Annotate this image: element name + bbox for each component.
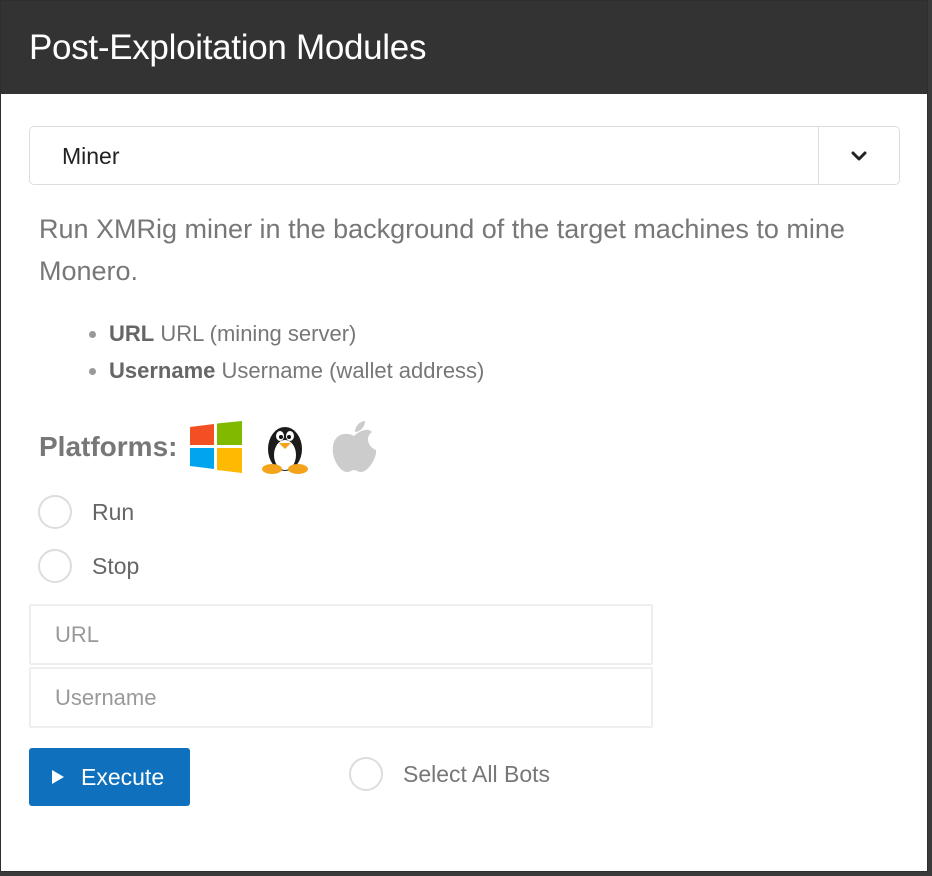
module-select[interactable]: Miner bbox=[29, 126, 900, 185]
option-desc: URL (mining server) bbox=[160, 321, 357, 346]
select-all-bots[interactable]: Select All Bots bbox=[349, 757, 550, 791]
radio-run-circle[interactable] bbox=[38, 495, 72, 529]
windows-icon bbox=[190, 421, 243, 473]
username-input[interactable] bbox=[29, 667, 653, 728]
modules-panel: Post-Exploitation Modules Miner Run XMRi… bbox=[0, 0, 928, 872]
select-all-circle[interactable] bbox=[349, 757, 383, 791]
module-description: Run XMRig miner in the background of the… bbox=[39, 214, 845, 286]
module-options-list: URL URL (mining server) Username Usernam… bbox=[39, 315, 484, 389]
url-input[interactable] bbox=[29, 604, 653, 665]
module-select-value: Miner bbox=[62, 143, 120, 169]
platforms-row: Platforms: bbox=[39, 419, 395, 475]
chevron-down-icon bbox=[851, 151, 867, 160]
radio-run[interactable]: Run bbox=[38, 495, 134, 529]
option-name: URL bbox=[109, 321, 155, 346]
radio-run-label: Run bbox=[92, 498, 135, 525]
radio-stop-label: Stop bbox=[92, 552, 140, 579]
linux-icon bbox=[262, 427, 309, 474]
execute-button-label: Execute bbox=[81, 763, 165, 790]
panel-header: Post-Exploitation Modules bbox=[1, 1, 927, 94]
select-all-label: Select All Bots bbox=[403, 760, 551, 787]
execute-button[interactable]: Execute bbox=[29, 748, 190, 806]
radio-stop-circle[interactable] bbox=[38, 549, 72, 583]
list-item: Username Username (wallet address) bbox=[109, 352, 484, 389]
list-item: URL URL (mining server) bbox=[109, 315, 484, 352]
module-select-toggle[interactable] bbox=[818, 127, 899, 184]
radio-stop[interactable]: Stop bbox=[38, 549, 139, 583]
option-name: Username bbox=[109, 358, 216, 383]
page-title: Post-Exploitation Modules bbox=[29, 27, 427, 67]
play-icon bbox=[52, 770, 64, 784]
platforms-label: Platforms: bbox=[39, 431, 178, 462]
apple-icon bbox=[333, 421, 377, 472]
option-desc: Username (wallet address) bbox=[221, 358, 485, 383]
